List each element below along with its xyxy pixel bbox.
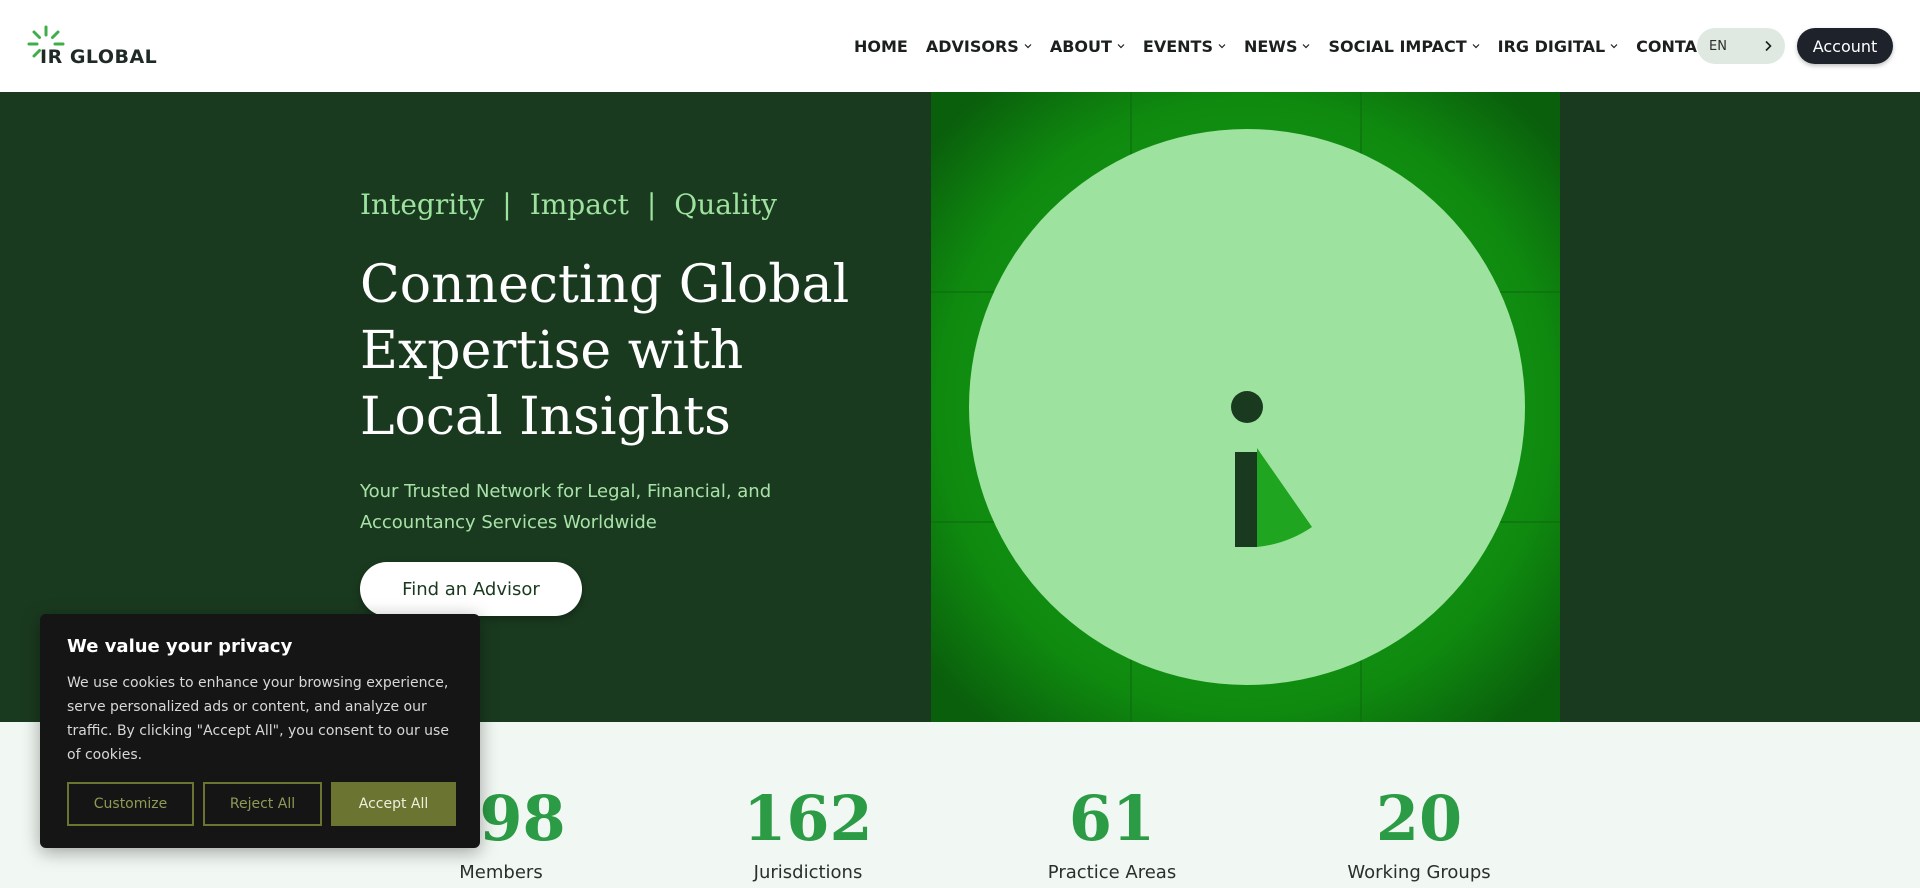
hero-subheadline: Your Trusted Network for Legal, Financia…	[360, 481, 772, 533]
stat-label: Working Groups	[1347, 862, 1491, 883]
chevron-down-icon	[1218, 44, 1226, 49]
main-nav: HOME ADVISORS ABOUT EVENTS NEWS SOCIAL I…	[854, 0, 1749, 92]
tagline-separator: |	[502, 188, 512, 221]
language-label: EN	[1709, 38, 1727, 54]
nav-events[interactable]: EVENTS	[1143, 37, 1226, 56]
logo-text: IR GLOBAL	[40, 46, 158, 68]
stat-value: 162	[743, 782, 873, 855]
stat-label: Jurisdictions	[753, 862, 863, 883]
tagline-integrity: Integrity	[360, 188, 485, 221]
chevron-down-icon	[1610, 44, 1618, 49]
site-header: IR GLOBAL HOME ADVISORS ABOUT EVENTS NEW…	[0, 0, 1920, 92]
tagline-impact: Impact	[529, 188, 629, 221]
cookie-actions: Customize Reject All Accept All	[67, 782, 465, 826]
cookie-text: We use cookies to enhance your browsing …	[67, 675, 449, 763]
accept-all-button[interactable]: Accept All	[331, 782, 456, 826]
chevron-down-icon	[1117, 44, 1125, 49]
stat-value: 20	[1375, 782, 1463, 855]
cookie-title: We value your privacy	[67, 636, 293, 657]
nav-irg-digital[interactable]: IRG DIGITAL	[1498, 37, 1619, 56]
hero-illustration	[931, 92, 1560, 722]
nav-about[interactable]: ABOUT	[1050, 37, 1125, 56]
cookie-banner: We value your privacy We use cookies to …	[40, 614, 480, 848]
hero-tagline: Integrity | Impact | Quality	[360, 188, 777, 221]
nav-news[interactable]: NEWS	[1244, 37, 1311, 56]
nav-home[interactable]: HOME	[854, 37, 908, 56]
customize-button[interactable]: Customize	[67, 782, 194, 826]
chevron-down-icon	[1303, 44, 1310, 49]
find-advisor-button[interactable]: Find an Advisor	[360, 562, 582, 616]
reject-all-button[interactable]: Reject All	[203, 782, 322, 826]
chevron-down-icon	[1472, 44, 1480, 49]
chevron-right-icon	[1765, 40, 1772, 52]
nav-social-impact[interactable]: SOCIAL IMPACT	[1328, 37, 1480, 56]
stat-value: 61	[1068, 782, 1156, 855]
account-button[interactable]: Account	[1797, 28, 1893, 64]
chevron-down-icon	[1024, 44, 1032, 49]
stat-label: Members	[459, 862, 543, 883]
language-selector[interactable]: EN	[1697, 28, 1785, 64]
hero-headline: Connecting Global Expertise with Local I…	[360, 255, 850, 447]
tagline-separator: |	[646, 188, 657, 221]
nav-advisors[interactable]: ADVISORS	[926, 37, 1032, 56]
stat-label: Practice Areas	[1047, 862, 1177, 883]
tagline-quality: Quality	[674, 188, 777, 221]
